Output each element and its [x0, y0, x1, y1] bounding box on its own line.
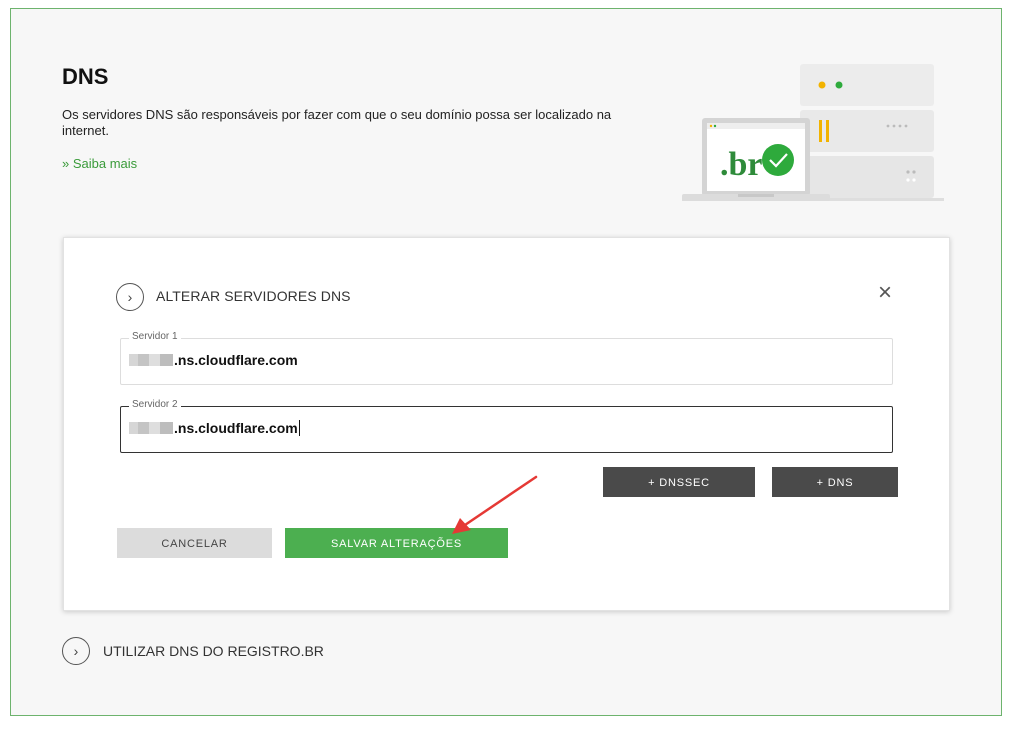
learn-more-link[interactable]: » Saiba mais: [62, 156, 137, 171]
server-2-field[interactable]: Servidor 2 .ns.cloudflare.com: [120, 399, 893, 453]
add-dnssec-button[interactable]: + DNSSEC: [603, 467, 755, 497]
chevron-right-circle-icon[interactable]: ›: [62, 637, 90, 665]
cancel-button[interactable]: CANCELAR: [117, 528, 272, 558]
redacted-text: [129, 422, 173, 434]
server-2-hostname: .ns.cloudflare.com: [174, 420, 298, 436]
server-1-label: Servidor 1: [129, 331, 181, 342]
text-cursor: [298, 420, 300, 436]
page-title: DNS: [62, 64, 109, 89]
use-registro-dns-option[interactable]: UTILIZAR DNS DO REGISTRO.BR: [103, 643, 324, 659]
svg-text:.br: .br: [720, 146, 763, 183]
server-2-value[interactable]: .ns.cloudflare.com: [129, 420, 300, 436]
redacted-text: [129, 354, 173, 366]
annotation-arrow: [452, 475, 538, 534]
change-dns-servers-card: › ALTERAR SERVIDORES DNS × Servidor 1 .n…: [63, 237, 950, 611]
server-1-value[interactable]: .ns.cloudflare.com: [129, 352, 298, 368]
server-2-label: Servidor 2: [129, 399, 181, 410]
server-1-field[interactable]: Servidor 1 .ns.cloudflare.com: [120, 331, 893, 385]
chevron-right-circle-icon[interactable]: ›: [116, 283, 144, 311]
server-1-hostname: .ns.cloudflare.com: [174, 352, 298, 368]
close-icon[interactable]: ×: [874, 281, 896, 305]
add-dns-button[interactable]: + DNS: [772, 467, 898, 497]
section-title: ALTERAR SERVIDORES DNS: [156, 288, 351, 304]
dns-server-illustration: .br: [682, 64, 944, 201]
page-description: Os servidores DNS são responsáveis por f…: [62, 107, 612, 138]
